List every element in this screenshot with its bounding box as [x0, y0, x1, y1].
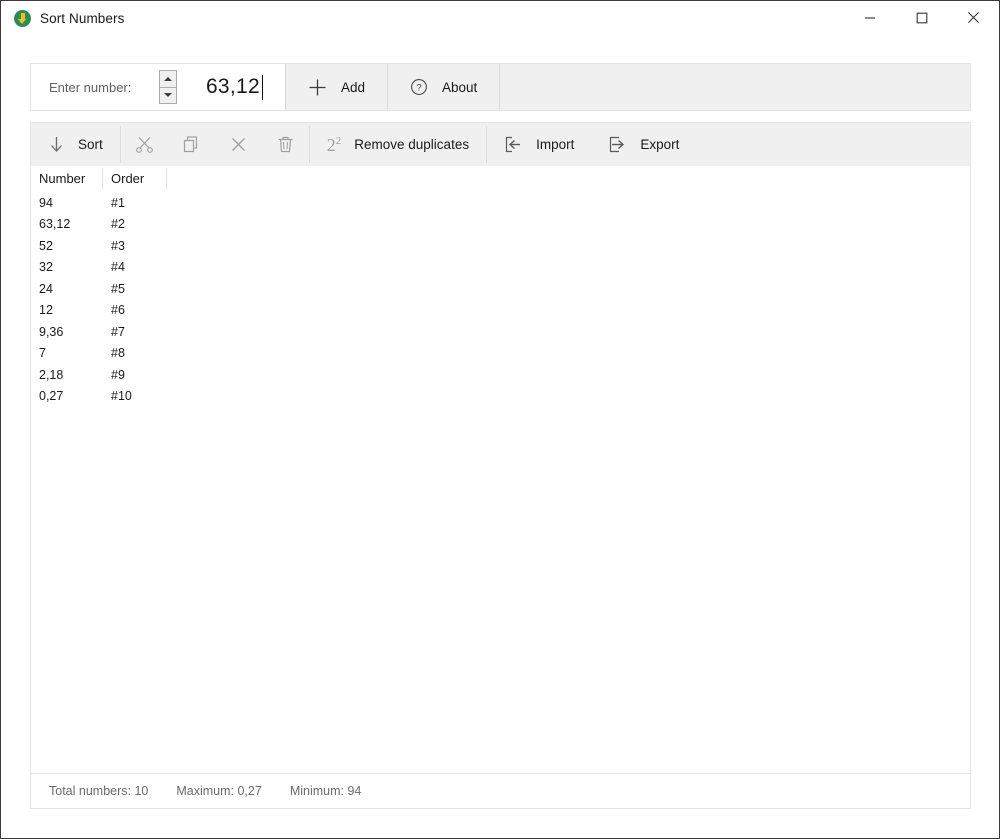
import-button-label: Import	[536, 137, 575, 152]
cell-order: #8	[111, 346, 125, 361]
spinner-down-button[interactable]	[159, 87, 177, 104]
maximize-icon	[916, 12, 928, 23]
two-squared-icon: 22	[326, 134, 342, 155]
cell-order: #7	[111, 324, 125, 339]
cell-number: 12	[39, 303, 53, 318]
column-header-number[interactable]: Number	[31, 167, 103, 190]
action-toolbar: Sort 22 Remove duplicates Import Export	[30, 122, 971, 166]
minimize-button[interactable]	[847, 1, 893, 34]
copy-button[interactable]	[167, 123, 215, 166]
cell-number: 94	[39, 195, 53, 210]
add-button[interactable]: Add	[286, 64, 389, 110]
delete-x-icon	[231, 138, 245, 151]
list-body: 94 #1 63,12 #2 52 #3 32 #4 24 #5 12 #6 9,36 #7 7 #8 2,18…	[31, 192, 970, 407]
cut-scissors-icon	[135, 137, 153, 153]
cell-number: 52	[39, 238, 53, 253]
number-spinner[interactable]	[159, 70, 177, 104]
table-row[interactable]: 63,12 #2	[31, 214, 970, 236]
cell-number: 7	[39, 346, 46, 361]
cut-button[interactable]	[120, 123, 168, 166]
list-header-row: Number Order	[31, 166, 970, 192]
table-row[interactable]: 24 #5	[31, 278, 970, 300]
window-title: Sort Numbers	[40, 11, 125, 26]
cell-order: #4	[111, 260, 125, 275]
status-bar: Total numbers: 10 Maximum: 0,27 Minimum:…	[30, 773, 971, 809]
table-row[interactable]: 2,18 #9	[31, 364, 970, 386]
main-panel: Enter number: 63,12 Add ? About Sort 22 …	[30, 63, 971, 809]
sort-button[interactable]: Sort	[31, 123, 120, 166]
minimize-icon	[865, 16, 875, 19]
delete-button[interactable]	[214, 123, 262, 166]
sort-button-label: Sort	[78, 137, 103, 152]
import-arrow-icon	[505, 136, 521, 153]
table-row[interactable]: 9,36 #7	[31, 321, 970, 343]
cell-order: #6	[111, 303, 125, 318]
column-header-pad	[167, 168, 175, 190]
table-row[interactable]: 94 #1	[31, 192, 970, 214]
number-value-wrap: 63,12	[205, 74, 263, 100]
table-row[interactable]: 7 #8	[31, 343, 970, 365]
remove-duplicates-label: Remove duplicates	[354, 137, 470, 152]
spinner-up-button[interactable]	[159, 70, 177, 88]
question-circle-icon: ?	[411, 79, 427, 95]
close-button[interactable]	[950, 1, 996, 34]
import-button[interactable]: Import	[487, 123, 592, 166]
add-button-label: Add	[341, 79, 366, 95]
clear-all-button[interactable]	[261, 123, 309, 166]
status-maximum: Maximum: 0,27	[176, 784, 262, 798]
arrow-down-icon	[51, 137, 62, 152]
export-button[interactable]: Export	[591, 123, 697, 166]
entry-toolbar: Enter number: 63,12 Add ? About	[30, 63, 971, 111]
cell-number: 24	[39, 281, 53, 296]
text-caret	[262, 74, 263, 100]
cell-number: 0,27	[39, 389, 64, 404]
status-total-numbers: Total numbers: 10	[49, 784, 149, 798]
maximize-button[interactable]	[899, 1, 945, 34]
title-bar: Sort Numbers	[1, 1, 999, 36]
close-icon	[967, 12, 979, 23]
export-button-label: Export	[640, 137, 680, 152]
cell-order: #1	[111, 195, 125, 210]
cell-number: 9,36	[39, 324, 64, 339]
table-row[interactable]: 52 #3	[31, 235, 970, 257]
cell-order: #9	[111, 367, 125, 382]
cell-number: 2,18	[39, 367, 64, 382]
cell-number: 32	[39, 260, 53, 275]
spinner-down-icon	[164, 93, 172, 98]
svg-text:?: ?	[416, 83, 421, 94]
remove-duplicates-button[interactable]: 22 Remove duplicates	[309, 123, 487, 166]
table-row[interactable]: 12 #6	[31, 300, 970, 322]
cell-order: #5	[111, 281, 125, 296]
about-button-label: About	[442, 79, 478, 95]
column-header-order[interactable]: Order	[103, 167, 167, 190]
copy-icon	[183, 136, 197, 153]
table-row[interactable]: 32 #4	[31, 257, 970, 279]
table-row[interactable]: 0,27 #10	[31, 386, 970, 408]
cell-order: #10	[111, 389, 132, 404]
status-minimum: Minimum: 94	[289, 784, 362, 798]
number-input-field[interactable]: Enter number: 63,12	[31, 64, 286, 110]
enter-number-label: Enter number:	[49, 79, 132, 95]
cell-order: #3	[111, 238, 125, 253]
spinner-up-icon	[164, 76, 172, 81]
about-button[interactable]: ? About	[388, 64, 501, 110]
plus-icon	[309, 79, 326, 95]
trash-icon	[278, 136, 293, 153]
entry-bar-spacer	[500, 64, 970, 110]
export-arrow-icon	[610, 136, 625, 153]
cell-order: #2	[111, 217, 125, 232]
app-window: Sort Numbers Enter number: 63,12 Add ? A…	[0, 0, 1000, 839]
numbers-list: Number Order 94 #1 63,12 #2 52 #3 32 #4 24 #5 12 #6…	[30, 166, 971, 774]
cell-number: 63,12	[39, 217, 71, 232]
app-icon	[14, 10, 31, 27]
number-input-value: 63,12	[205, 75, 260, 98]
